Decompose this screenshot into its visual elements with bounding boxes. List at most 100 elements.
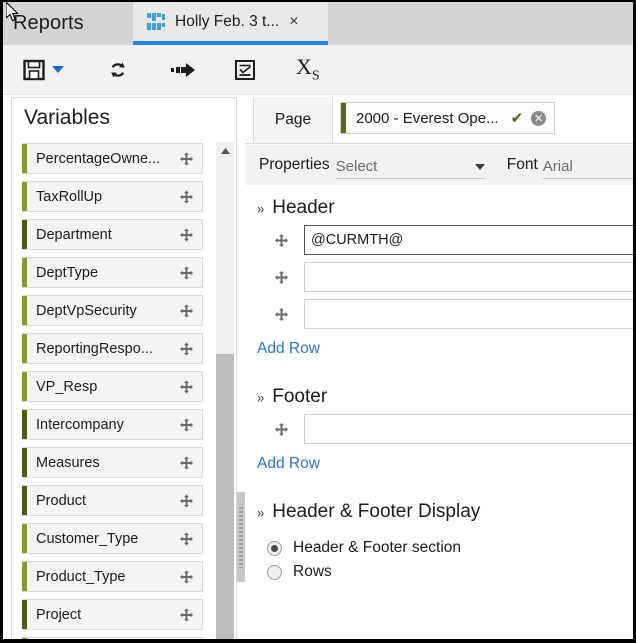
variable-item[interactable]: ReportingRespo... bbox=[22, 333, 203, 364]
radio-button[interactable] bbox=[267, 564, 282, 580]
variable-label: ReportingRespo... bbox=[36, 340, 153, 357]
remove-icon[interactable]: ✕ bbox=[531, 110, 547, 126]
drag-handle-icon[interactable] bbox=[180, 532, 193, 545]
toolbar: XS bbox=[3, 45, 633, 95]
variables-panel: Variables PercentageOwne... TaxRollUp Depa… bbox=[11, 97, 237, 639]
drag-handle-icon[interactable] bbox=[180, 228, 193, 241]
dropdown-caret-icon[interactable] bbox=[52, 66, 64, 73]
scroll-up-arrow-icon[interactable] bbox=[216, 142, 234, 160]
save-icon bbox=[23, 59, 45, 80]
close-icon[interactable]: × bbox=[289, 13, 298, 30]
drag-handle-icon[interactable] bbox=[180, 570, 193, 583]
variable-color-bar bbox=[22, 258, 27, 287]
window-title: Reports bbox=[13, 12, 84, 34]
footer-text-input[interactable] bbox=[304, 414, 633, 444]
variable-label: TaxRollUp bbox=[36, 188, 103, 205]
chevron-expand-icon: » bbox=[257, 199, 265, 217]
drag-handle-icon[interactable] bbox=[275, 307, 288, 321]
drag-handle-icon[interactable] bbox=[275, 270, 288, 284]
move-handle-icon bbox=[180, 228, 193, 241]
run-button[interactable] bbox=[170, 50, 196, 90]
save-button[interactable] bbox=[23, 50, 64, 90]
variable-item[interactable]: Product_Type bbox=[22, 561, 203, 592]
tab-page[interactable]: Page bbox=[253, 97, 333, 144]
splitter-grip[interactable] bbox=[237, 492, 245, 582]
variable-color-bar bbox=[22, 410, 27, 439]
tab-label: Holly Feb. 3 t... bbox=[175, 12, 280, 30]
variable-item[interactable]: Department bbox=[22, 219, 203, 250]
header-rows: @CURMTH@ bbox=[245, 225, 633, 329]
header-text-input[interactable] bbox=[304, 299, 633, 329]
move-handle-icon bbox=[180, 418, 193, 431]
chevron-down-icon bbox=[474, 164, 485, 170]
chevron-expand-icon: » bbox=[257, 388, 265, 406]
move-handle-icon bbox=[180, 380, 193, 393]
drag-handle-icon[interactable] bbox=[180, 342, 193, 355]
move-handle-icon bbox=[180, 342, 193, 355]
header-row: @CURMTH@ bbox=[245, 225, 633, 255]
radio-button[interactable] bbox=[267, 540, 282, 556]
drag-handle-icon[interactable] bbox=[180, 418, 193, 431]
variable-item[interactable]: DeptVpSecurity bbox=[22, 295, 203, 326]
variable-item[interactable]: ProjectCode bbox=[22, 637, 203, 639]
drag-handle-icon[interactable] bbox=[180, 266, 193, 279]
drag-handle-icon[interactable] bbox=[275, 233, 288, 247]
chip-label: 2000 - Everest Ope... bbox=[356, 109, 499, 127]
properties-bar: Properties Select Font Arial bbox=[245, 145, 633, 185]
footer-add-row-link[interactable]: Add Row bbox=[257, 455, 320, 473]
variable-item[interactable]: Customer_Type bbox=[22, 523, 203, 554]
variable-item[interactable]: Measures bbox=[22, 447, 203, 478]
section-display-toggle[interactable]: » Header & Footer Display bbox=[257, 501, 633, 523]
section-header-toggle[interactable]: » Header bbox=[257, 197, 633, 219]
variable-item[interactable]: TaxRollUp bbox=[22, 181, 203, 212]
drag-handle-icon[interactable] bbox=[275, 422, 288, 436]
drag-handle-icon[interactable] bbox=[180, 190, 193, 203]
variables-list: PercentageOwne... TaxRollUp Department Dept… bbox=[22, 143, 203, 639]
variable-item[interactable]: DeptType bbox=[22, 257, 203, 288]
check-icon[interactable]: ✔ bbox=[511, 111, 524, 126]
display-options: Header & Footer section Rows bbox=[245, 539, 633, 581]
drag-handle-icon[interactable] bbox=[180, 304, 193, 317]
drag-handle-icon[interactable] bbox=[180, 494, 193, 507]
variable-item[interactable]: VP_Resp bbox=[22, 371, 203, 402]
drag-handle-icon[interactable] bbox=[180, 608, 193, 621]
properties-select[interactable]: Select bbox=[335, 151, 485, 179]
display-option[interactable]: Header & Footer section bbox=[267, 539, 633, 557]
move-handle-icon bbox=[180, 456, 193, 469]
display-option[interactable]: Rows bbox=[267, 563, 633, 581]
run-arrow-icon bbox=[171, 62, 195, 77]
page-selection-chip[interactable]: 2000 - Everest Ope... ✔ ✕ bbox=[340, 102, 556, 134]
scrollbar-thumb[interactable] bbox=[216, 354, 234, 639]
drag-handle-icon[interactable] bbox=[180, 152, 193, 165]
variable-item[interactable]: PercentageOwne... bbox=[22, 143, 203, 174]
footer-rows bbox=[245, 414, 633, 444]
variable-item[interactable]: Product bbox=[22, 485, 203, 516]
drag-handle-icon[interactable] bbox=[180, 456, 193, 469]
section-footer-title: Footer bbox=[272, 386, 328, 407]
header-text-input[interactable] bbox=[304, 262, 633, 292]
tab-holly-report[interactable]: Holly Feb. 3 t... × bbox=[133, 2, 328, 45]
refresh-button[interactable] bbox=[106, 50, 130, 90]
variable-color-bar bbox=[22, 638, 27, 639]
grip-dots-icon bbox=[239, 506, 243, 568]
subscript-button[interactable]: XS bbox=[296, 50, 320, 90]
variable-color-bar bbox=[22, 220, 27, 249]
header-text-input[interactable]: @CURMTH@ bbox=[304, 225, 633, 255]
move-handle-icon bbox=[180, 494, 193, 507]
sections-content: » Header @CURMTH@ Add Row » Footer Add R… bbox=[245, 185, 633, 639]
font-input[interactable]: Arial bbox=[542, 151, 633, 179]
section-footer-toggle[interactable]: » Footer bbox=[257, 386, 633, 408]
variable-item[interactable]: Project bbox=[22, 599, 203, 630]
footer-row bbox=[245, 414, 633, 444]
variable-color-bar bbox=[22, 448, 27, 477]
variable-color-bar bbox=[22, 372, 27, 401]
variable-label: VP_Resp bbox=[36, 378, 98, 395]
variable-item[interactable]: Intercompany bbox=[22, 409, 203, 440]
header-add-row-link[interactable]: Add Row bbox=[257, 340, 320, 358]
panel-splitter[interactable] bbox=[237, 97, 245, 639]
variable-label: Product_Type bbox=[36, 568, 126, 585]
checklist-button[interactable] bbox=[234, 50, 256, 90]
variables-scrollbar[interactable] bbox=[216, 142, 234, 639]
properties-select-value: Select bbox=[335, 158, 378, 175]
drag-handle-icon[interactable] bbox=[180, 380, 193, 393]
